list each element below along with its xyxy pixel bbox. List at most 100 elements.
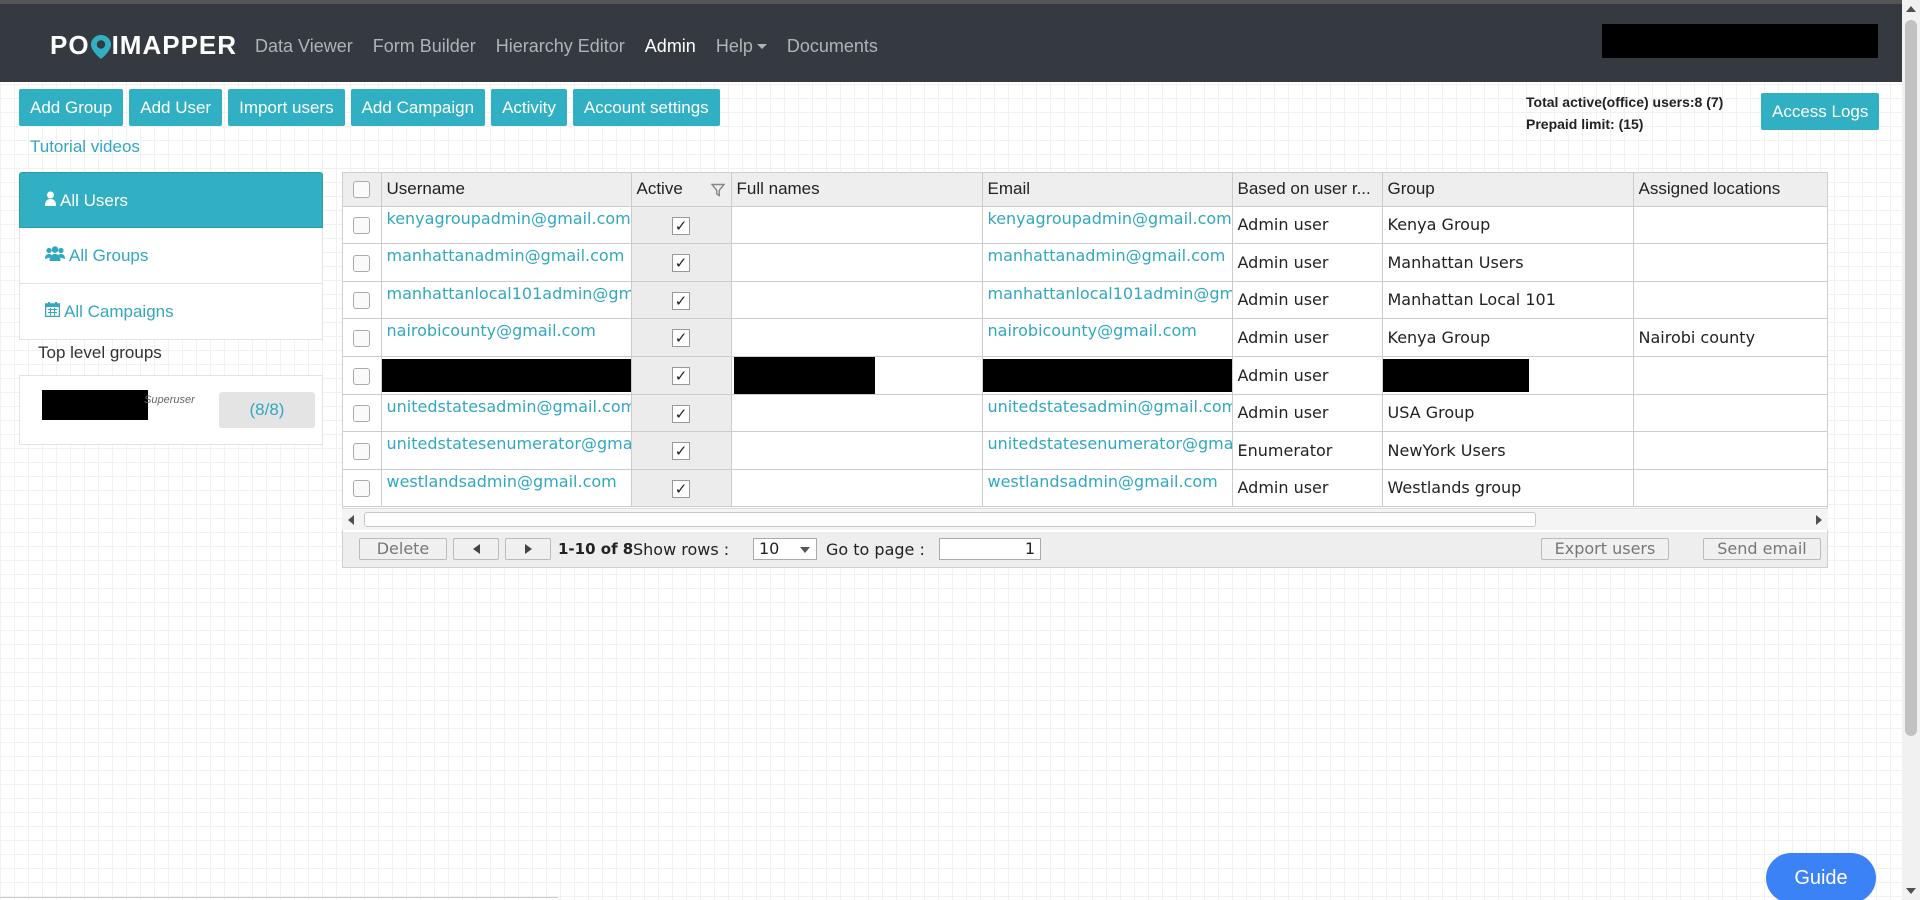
active-checkbox[interactable]: ✓	[672, 366, 690, 385]
filter-icon[interactable]	[710, 182, 725, 202]
email-cell[interactable]: manhattanadmin@gmail.com	[982, 243, 1233, 282]
role-cell: Admin user	[1232, 243, 1383, 282]
active-checkbox[interactable]: ✓	[672, 216, 690, 235]
add-campaign-button[interactable]: Add Campaign	[350, 89, 486, 126]
nav-documents[interactable]: Documents	[787, 36, 878, 57]
add-group-button[interactable]: Add Group	[19, 89, 124, 126]
row-checkbox[interactable]	[353, 480, 371, 498]
active-checkbox[interactable]: ✓	[672, 479, 690, 498]
email-cell[interactable]	[982, 356, 1233, 395]
chevron-right-icon	[524, 544, 532, 554]
username-cell[interactable]: unitedstatesadmin@gmail.com	[381, 394, 632, 432]
delete-button[interactable]: Delete	[359, 538, 447, 560]
username-cell[interactable]: manhattanlocal101admin@gmail.com	[381, 281, 632, 319]
top-navbar: PO IMAPPER Data Viewer Form Builder Hier…	[0, 0, 1902, 82]
table-row[interactable]: unitedstatesadmin@gmail.com ✓ unitedstat…	[343, 394, 1827, 432]
scroll-left-icon[interactable]	[348, 515, 354, 525]
tutorial-videos-link[interactable]: Tutorial videos	[30, 137, 140, 157]
rows-per-page-select[interactable]: 10	[753, 538, 817, 560]
username-cell[interactable]: kenyagroupadmin@gmail.com	[381, 206, 632, 244]
email-cell[interactable]: kenyagroupadmin@gmail.com	[982, 206, 1233, 244]
column-username[interactable]: Username	[381, 173, 632, 207]
sidebar-item-all-groups[interactable]: All Groups	[19, 228, 323, 284]
email-cell[interactable]: manhattanlocal101admin@gmail.com	[982, 281, 1233, 319]
scroll-down-icon[interactable]	[1906, 888, 1916, 894]
column-email[interactable]: Email	[982, 173, 1233, 207]
nav-hierarchy-editor[interactable]: Hierarchy Editor	[496, 36, 625, 57]
group-role: Superuser	[144, 394, 195, 406]
horizontal-scroll-thumb[interactable]	[364, 512, 1536, 527]
column-assigned-locations[interactable]: Assigned locations	[1633, 173, 1827, 207]
column-full-names[interactable]: Full names	[731, 173, 983, 207]
active-checkbox[interactable]: ✓	[672, 291, 690, 310]
row-checkbox[interactable]	[353, 405, 371, 423]
chevron-down-icon	[800, 547, 810, 553]
select-all-checkbox[interactable]	[353, 181, 371, 199]
guide-button[interactable]: Guide	[1766, 853, 1876, 900]
nav-help-dropdown[interactable]: Help	[716, 36, 767, 57]
table-row[interactable]: westlandsadmin@gmail.com ✓ westlandsadmi…	[343, 469, 1827, 507]
username-cell[interactable]: westlandsadmin@gmail.com	[381, 469, 632, 507]
top-level-group-card[interactable]: Superuser (8/8)	[19, 375, 323, 445]
table-row[interactable]: manhattanlocal101admin@gmail.com ✓ manha…	[343, 281, 1827, 319]
group-user-count[interactable]: (8/8)	[219, 392, 315, 428]
sidebar-item-all-campaigns[interactable]: All Campaigns	[19, 284, 323, 340]
group-cell: Kenya Group	[1382, 206, 1634, 244]
row-checkbox[interactable]	[353, 254, 371, 272]
table-header-row: Username Active Full names Email Based o…	[343, 173, 1827, 207]
next-page-button[interactable]	[505, 538, 551, 560]
add-user-button[interactable]: Add User	[129, 89, 223, 126]
table-horizontal-scrollbar[interactable]	[342, 508, 1828, 530]
poimapper-logo[interactable]: PO IMAPPER	[50, 30, 237, 60]
rows-per-page-value: 10	[759, 539, 780, 558]
column-group[interactable]: Group	[1382, 173, 1634, 207]
nav-form-builder[interactable]: Form Builder	[373, 36, 476, 57]
scroll-up-icon[interactable]	[1906, 6, 1916, 12]
activity-button[interactable]: Activity	[491, 89, 567, 126]
redacted-user-menu[interactable]	[1602, 24, 1878, 58]
row-select-cell	[343, 394, 382, 432]
locations-cell	[1633, 394, 1827, 432]
role-cell: Admin user	[1232, 318, 1383, 357]
email-cell[interactable]: westlandsadmin@gmail.com	[982, 469, 1233, 507]
nav-data-viewer[interactable]: Data Viewer	[255, 36, 353, 57]
table-row[interactable]: ✓ Admin user	[343, 356, 1827, 395]
nav-admin[interactable]: Admin	[645, 36, 696, 57]
import-users-button[interactable]: Import users	[228, 89, 345, 126]
row-checkbox[interactable]	[353, 292, 371, 310]
table-row[interactable]: unitedstatesenumerator@gmail.com ✓ unite…	[343, 431, 1827, 470]
table-row[interactable]: nairobicounty@gmail.com ✓ nairobicounty@…	[343, 318, 1827, 357]
row-checkbox[interactable]	[353, 442, 371, 460]
active-checkbox[interactable]: ✓	[672, 404, 690, 423]
scroll-right-icon[interactable]	[1816, 515, 1822, 525]
active-checkbox[interactable]: ✓	[672, 254, 690, 272]
username-cell[interactable]: unitedstatesenumerator@gmail.com	[381, 431, 632, 470]
export-users-button[interactable]: Export users	[1541, 538, 1669, 560]
row-checkbox[interactable]	[353, 367, 371, 385]
sidebar-item-all-users[interactable]: All Users	[19, 172, 323, 228]
active-checkbox[interactable]: ✓	[672, 329, 690, 347]
scroll-thumb[interactable]	[1905, 20, 1917, 736]
active-checkbox[interactable]: ✓	[672, 442, 690, 460]
email-cell[interactable]: nairobicounty@gmail.com	[982, 318, 1233, 357]
full-name-cell	[731, 469, 983, 507]
username-cell[interactable]	[381, 356, 632, 395]
row-checkbox[interactable]	[353, 217, 371, 235]
calendar-icon	[44, 285, 61, 341]
table-row[interactable]: manhattanadmin@gmail.com ✓ manhattanadmi…	[343, 243, 1827, 282]
column-role[interactable]: Based on user r...	[1232, 173, 1383, 207]
table-row[interactable]: kenyagroupadmin@gmail.com ✓ kenyagroupad…	[343, 206, 1827, 244]
previous-page-button[interactable]	[453, 538, 499, 560]
page-range: 1-10 of 8	[558, 540, 634, 558]
page-scrollbar[interactable]	[1902, 0, 1920, 900]
row-checkbox[interactable]	[353, 329, 371, 347]
column-active[interactable]: Active	[631, 173, 732, 207]
send-email-button[interactable]: Send email	[1703, 538, 1821, 560]
username-cell[interactable]: nairobicounty@gmail.com	[381, 318, 632, 357]
username-cell[interactable]: manhattanadmin@gmail.com	[381, 243, 632, 282]
account-settings-button[interactable]: Account settings	[572, 89, 720, 126]
email-cell[interactable]: unitedstatesadmin@gmail.com	[982, 394, 1233, 432]
email-cell[interactable]: unitedstatesenumerator@gmail.com	[982, 431, 1233, 470]
page-number-input[interactable]: 1	[939, 538, 1041, 560]
access-logs-button[interactable]: Access Logs	[1761, 93, 1880, 130]
